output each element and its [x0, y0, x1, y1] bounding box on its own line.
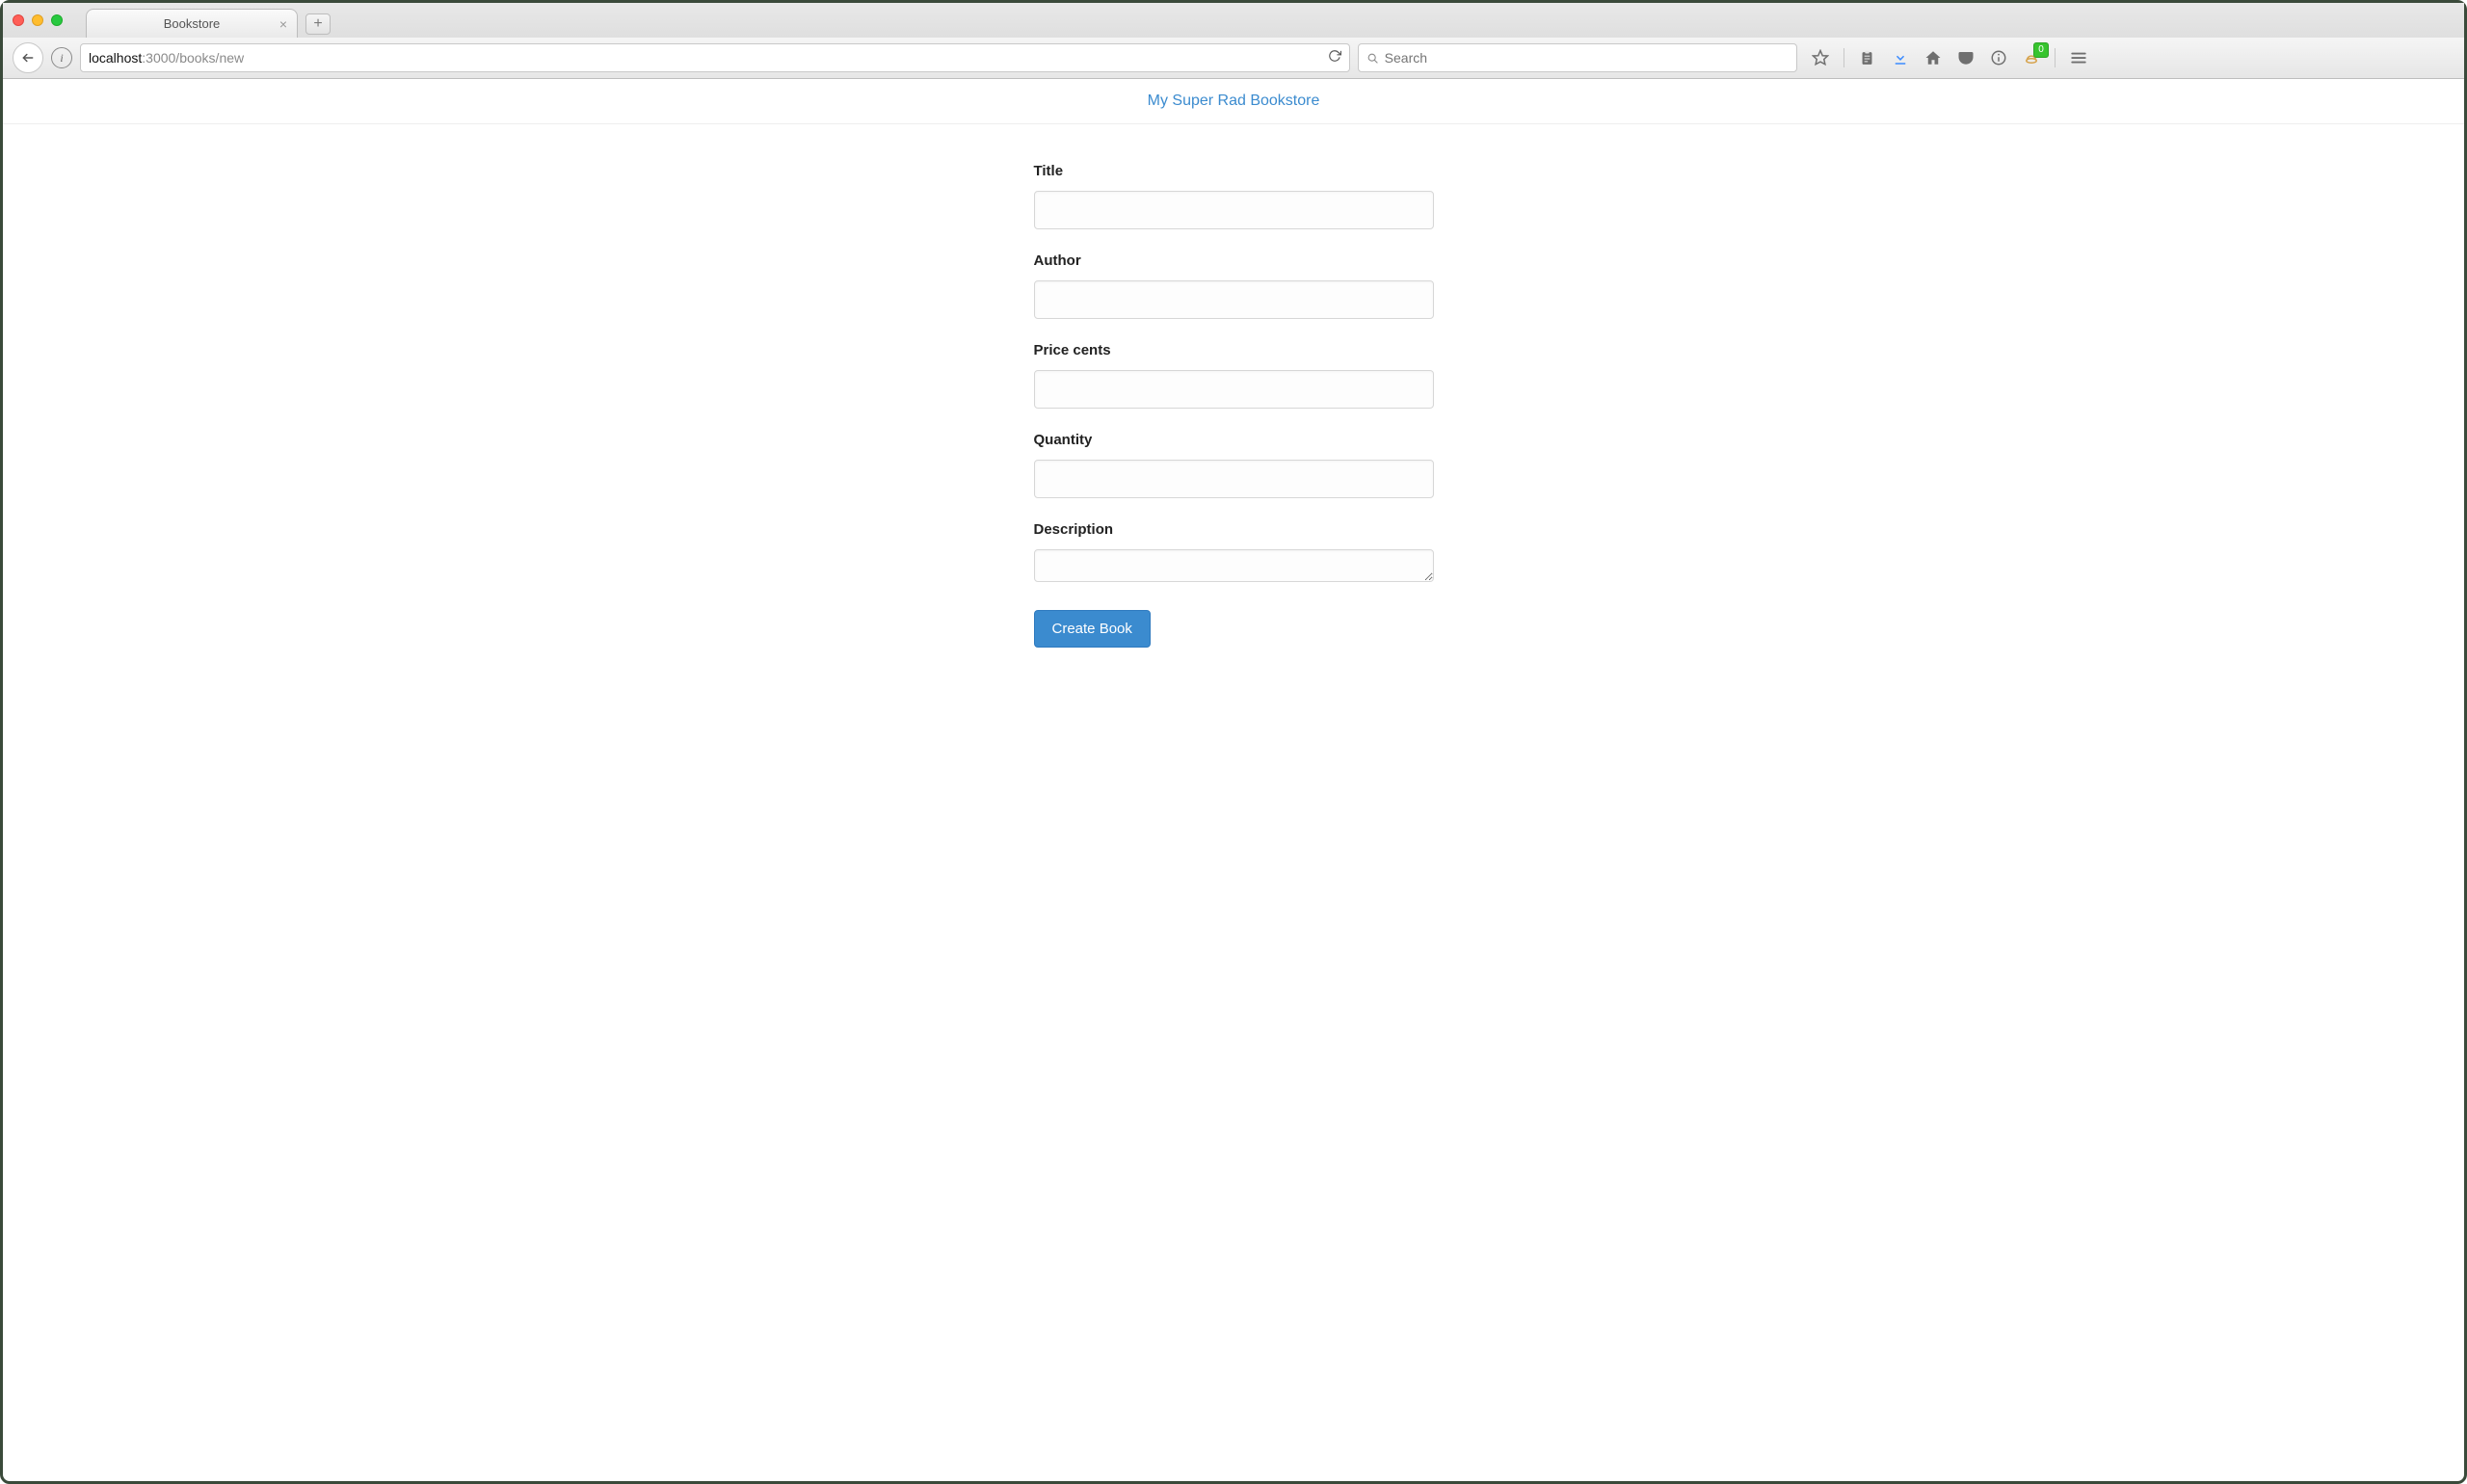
search-bar[interactable] — [1358, 43, 1797, 72]
extension-badge: 0 — [2033, 42, 2049, 58]
page-body: My Super Rad Bookstore Title Author Pric… — [3, 79, 2464, 648]
address-bar[interactable]: localhost :3000/books/new — [80, 43, 1350, 72]
window-zoom-icon[interactable] — [51, 14, 63, 26]
home-icon[interactable] — [1923, 48, 1943, 67]
downloads-icon[interactable] — [1891, 48, 1910, 67]
toolbar-divider — [2055, 48, 2056, 67]
tab-strip: Bookstore × + — [3, 3, 2464, 38]
hamburger-menu-icon[interactable] — [2069, 48, 2088, 67]
quantity-input[interactable] — [1034, 460, 1434, 498]
pocket-icon[interactable] — [1956, 48, 1976, 67]
window-close-icon[interactable] — [13, 14, 24, 26]
author-input[interactable] — [1034, 280, 1434, 319]
browser-toolbar: i localhost :3000/books/new — [3, 38, 2464, 78]
quantity-label: Quantity — [1034, 432, 1434, 448]
window-controls — [13, 14, 63, 26]
tab-close-icon[interactable]: × — [279, 16, 287, 32]
description-textarea[interactable] — [1034, 549, 1434, 582]
new-tab-button[interactable]: + — [305, 13, 331, 35]
site-navbar: My Super Rad Bookstore — [3, 79, 2464, 124]
brand-link[interactable]: My Super Rad Bookstore — [1148, 93, 1320, 109]
toolbar-icons: 0 — [1811, 48, 2088, 67]
price-label: Price cents — [1034, 342, 1434, 358]
description-label: Description — [1034, 521, 1434, 538]
search-icon — [1366, 52, 1379, 65]
url-path: :3000/books/new — [142, 50, 244, 66]
url-host: localhost — [89, 50, 142, 66]
clipboard-icon[interactable] — [1858, 48, 1877, 67]
info-circle-icon[interactable] — [1989, 48, 2008, 67]
browser-tab[interactable]: Bookstore × — [86, 9, 298, 38]
title-input[interactable] — [1034, 191, 1434, 229]
search-input[interactable] — [1385, 50, 1789, 66]
site-info-icon[interactable]: i — [51, 47, 72, 68]
back-button[interactable] — [13, 42, 43, 73]
reload-icon[interactable] — [1328, 49, 1341, 66]
bookmark-star-icon[interactable] — [1811, 48, 1830, 67]
new-book-form: Title Author Price cents Quantity Descri… — [1034, 163, 1434, 648]
author-label: Author — [1034, 252, 1434, 269]
window-minimize-icon[interactable] — [32, 14, 43, 26]
browser-chrome: Bookstore × + i localhost :3000/books/ne… — [3, 3, 2464, 79]
tab-title: Bookstore — [164, 16, 221, 31]
create-book-button[interactable]: Create Book — [1034, 610, 1151, 648]
title-label: Title — [1034, 163, 1434, 179]
extension-icon[interactable]: 0 — [2022, 48, 2041, 67]
price-cents-input[interactable] — [1034, 370, 1434, 409]
